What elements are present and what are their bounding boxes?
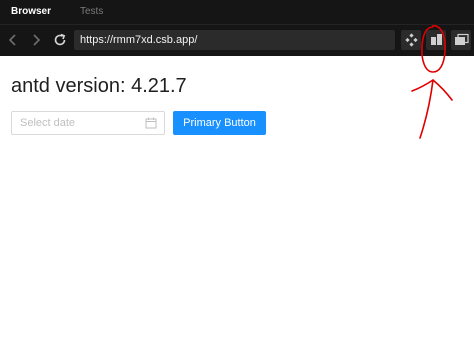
refresh-button[interactable] <box>51 31 69 49</box>
chevron-left-icon <box>8 34 16 46</box>
page-title: antd version: 4.21.7 <box>11 75 187 97</box>
back-button[interactable] <box>4 31 22 49</box>
page-content: antd version: 4.21.7 Select date Primary… <box>0 56 474 362</box>
tab-bar: Browser Tests <box>0 0 474 24</box>
devtools-icon <box>405 33 418 47</box>
chevron-right-icon <box>33 34 41 46</box>
forward-button[interactable] <box>27 31 45 49</box>
tab-browser[interactable]: Browser <box>11 6 51 18</box>
split-view-button[interactable] <box>426 30 446 50</box>
date-picker[interactable]: Select date <box>11 111 165 135</box>
refresh-icon <box>54 33 66 46</box>
browser-toolbar: https://rmm7xd.csb.app/ <box>0 24 474 56</box>
tab-tests[interactable]: Tests <box>80 6 103 18</box>
open-window-icon <box>455 33 469 45</box>
split-view-icon <box>431 34 442 45</box>
calendar-icon <box>145 117 157 129</box>
url-text: https://rmm7xd.csb.app/ <box>80 34 198 46</box>
address-bar[interactable]: https://rmm7xd.csb.app/ <box>74 30 395 50</box>
primary-button[interactable]: Primary Button <box>173 111 266 135</box>
date-placeholder: Select date <box>20 117 76 129</box>
devtools-button[interactable] <box>401 30 421 50</box>
open-window-button[interactable] <box>451 30 471 50</box>
